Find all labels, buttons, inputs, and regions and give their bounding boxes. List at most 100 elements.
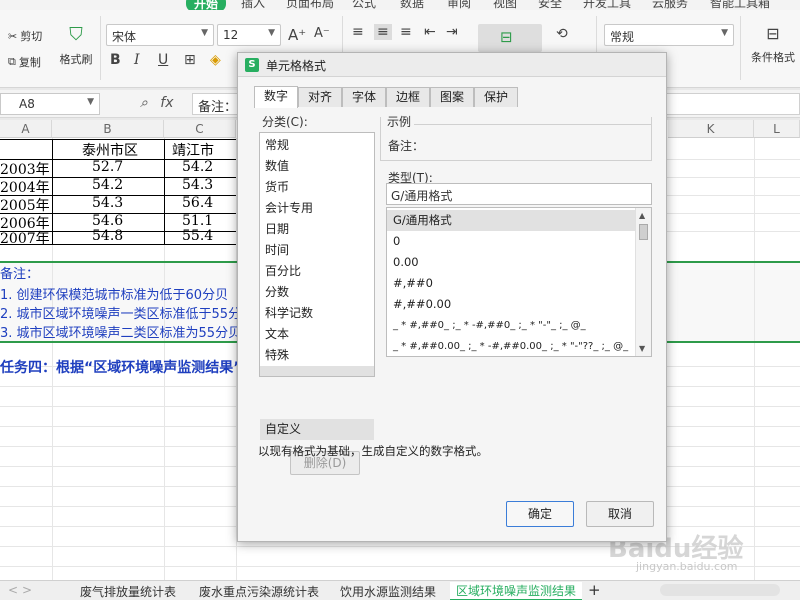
sheet-tab-drinking-water[interactable]: 饮用水源监测结果 [340, 583, 436, 600]
notes-title[interactable]: 备注： [0, 263, 39, 282]
category-item-selected[interactable] [260, 366, 374, 376]
category-item[interactable]: 会计专用 [260, 198, 374, 219]
table-cell[interactable]: 54.3 [92, 195, 123, 211]
table-cell[interactable]: 2007年 [0, 228, 50, 248]
merge-center-button[interactable]: ⊟ [478, 24, 542, 52]
tab-protection[interactable]: 保护 [474, 87, 518, 107]
category-item-custom[interactable]: 自定义 [260, 419, 374, 440]
format-painter-button[interactable]: ⛉ 格式刷 [56, 24, 96, 67]
italic-icon[interactable]: I [134, 52, 140, 68]
sheet-tab-wastewater[interactable]: 废水重点污染源统计表 [199, 583, 319, 600]
ribbon-tab-security[interactable]: 安全 [538, 0, 562, 10]
column-header-l[interactable]: L [754, 120, 800, 138]
align-middle-icon[interactable]: ≡ [374, 24, 392, 40]
category-item[interactable]: 日期 [260, 219, 374, 240]
underline-icon[interactable]: U [158, 52, 168, 68]
fill-color-icon[interactable]: ◈ [210, 52, 221, 68]
ribbon-tab-smart-tools[interactable]: 智能工具箱 [710, 0, 770, 10]
table-cell[interactable]: 54.2 [182, 159, 213, 175]
scroll-up-icon[interactable]: ▲ [639, 211, 645, 220]
ribbon-tab-view[interactable]: 视图 [493, 0, 517, 10]
ribbon-tab-formula[interactable]: 公式 [352, 0, 376, 10]
type-item[interactable]: _ * #,##0_ ;_ * -#,##0_ ;_ * "-"_ ;_ @_ [387, 315, 635, 336]
font-name-select[interactable]: 宋体 ▼ [106, 24, 214, 46]
bold-icon[interactable]: B [110, 52, 121, 68]
sheet-tab-noise[interactable]: 区域环境噪声监测结果 [450, 582, 583, 600]
type-item[interactable]: #,##0 [387, 273, 635, 294]
table-cell[interactable]: 54.3 [182, 177, 213, 193]
chevron-right-icon[interactable]: > [22, 583, 32, 597]
table-cell[interactable]: 2003年 [0, 159, 50, 179]
ribbon-tab-data[interactable]: 数据 [400, 0, 424, 10]
column-header-b[interactable]: B [52, 120, 164, 138]
tab-pattern[interactable]: 图案 [430, 87, 474, 107]
table-cell[interactable]: 54.8 [92, 228, 123, 244]
table-cell[interactable]: 51.1 [182, 213, 213, 229]
ribbon-tab-developer[interactable]: 开发工具 [583, 0, 631, 10]
type-item[interactable]: 0.00 [387, 252, 635, 273]
align-top-icon[interactable]: ≡ [352, 24, 364, 40]
zoom-icon[interactable]: ⌕ [140, 95, 148, 111]
cut-button[interactable]: ✂ 剪切 [8, 28, 42, 44]
wrap-text-icon[interactable]: ⟲ [556, 26, 568, 42]
table-cell[interactable]: 54.2 [92, 177, 123, 193]
category-item[interactable]: 常规 [260, 135, 374, 156]
tab-font[interactable]: 字体 [342, 87, 386, 107]
number-format-select[interactable]: 常规 ▼ [604, 24, 734, 46]
scroll-thumb[interactable] [639, 224, 648, 240]
type-item[interactable]: G/通用格式 [387, 210, 635, 231]
type-item[interactable]: #,##0.00 [387, 294, 635, 315]
column-header-k[interactable]: K [668, 120, 754, 138]
header-cell-taizhou[interactable]: 泰州市区 [82, 140, 138, 160]
increase-font-icon[interactable]: A⁺ [288, 26, 306, 44]
column-header-a[interactable]: A [0, 120, 52, 138]
ribbon-tab-cloud[interactable]: 云服务 [652, 0, 688, 10]
ribbon-tab-insert[interactable]: 插入 [241, 0, 265, 10]
note-line-1[interactable]: 1. 创建环保模范城市标准为低于60分贝 [0, 284, 228, 303]
note-line-2[interactable]: 2. 城市区域环境噪声一类区标准低于55分贝 [0, 303, 254, 322]
column-header-c[interactable]: C [164, 120, 236, 138]
ok-button[interactable]: 确定 [506, 501, 574, 527]
category-list[interactable]: 常规 数值 货币 会计专用 日期 时间 百分比 分数 科学记数 文本 特殊 [259, 132, 375, 377]
type-item[interactable]: 0 [387, 231, 635, 252]
type-input[interactable]: G/通用格式 [386, 183, 652, 205]
table-cell[interactable]: 52.7 [92, 159, 123, 175]
border-icon[interactable]: ⊞ [184, 52, 196, 68]
conditional-format-button[interactable]: ⊟ 条件格式 [746, 24, 800, 65]
ribbon-tab-review[interactable]: 审阅 [447, 0, 471, 10]
horizontal-scrollbar[interactable] [660, 584, 780, 596]
note-line-3[interactable]: 3. 城市区域环境噪声二类区标准为55分贝 [0, 322, 241, 341]
fx-icon[interactable]: fx [160, 95, 173, 111]
indent-increase-icon[interactable]: ⇥ [446, 24, 458, 40]
tab-border[interactable]: 边框 [386, 87, 430, 107]
tab-alignment[interactable]: 对齐 [298, 87, 342, 107]
header-cell-jingjiang[interactable]: 靖江市 [172, 140, 214, 160]
table-cell[interactable]: 2004年 [0, 177, 50, 197]
category-item[interactable]: 特殊 [260, 345, 374, 366]
type-item[interactable]: _ * #,##0.00_ ;_ * -#,##0.00_ ;_ * "-"??… [387, 336, 635, 356]
category-item[interactable]: 时间 [260, 240, 374, 261]
task-heading[interactable]: 任务四：根据“区域环境噪声监测结果” [0, 357, 242, 377]
category-item[interactable]: 数值 [260, 156, 374, 177]
category-item[interactable]: 分数 [260, 282, 374, 303]
scroll-down-icon[interactable]: ▼ [639, 344, 645, 353]
align-bottom-icon[interactable]: ≡ [400, 24, 412, 40]
decrease-font-icon[interactable]: A⁻ [314, 26, 330, 41]
indent-decrease-icon[interactable]: ⇤ [424, 24, 436, 40]
sheet-tab-exhaust[interactable]: 废气排放量统计表 [80, 583, 176, 600]
table-cell[interactable]: 2005年 [0, 195, 50, 215]
table-cell[interactable]: 56.4 [182, 195, 213, 211]
category-item[interactable]: 货币 [260, 177, 374, 198]
type-list-scrollbar[interactable]: ▲ ▼ [635, 208, 651, 356]
add-sheet-icon[interactable]: + [588, 581, 601, 599]
category-item[interactable]: 文本 [260, 324, 374, 345]
font-size-select[interactable]: 12 ▼ [217, 24, 281, 46]
dialog-title-bar[interactable]: S 单元格格式 [238, 53, 666, 77]
category-item[interactable]: 百分比 [260, 261, 374, 282]
chevron-left-icon[interactable]: < [8, 583, 18, 597]
table-cell[interactable]: 54.6 [92, 213, 123, 229]
ribbon-tab-page-layout[interactable]: 页面布局 [286, 0, 334, 10]
category-item[interactable]: 科学记数 [260, 303, 374, 324]
name-box[interactable]: A8 ▼ [0, 93, 100, 115]
type-list[interactable]: G/通用格式 0 0.00 #,##0 #,##0.00 _ * #,##0_ … [386, 207, 652, 357]
